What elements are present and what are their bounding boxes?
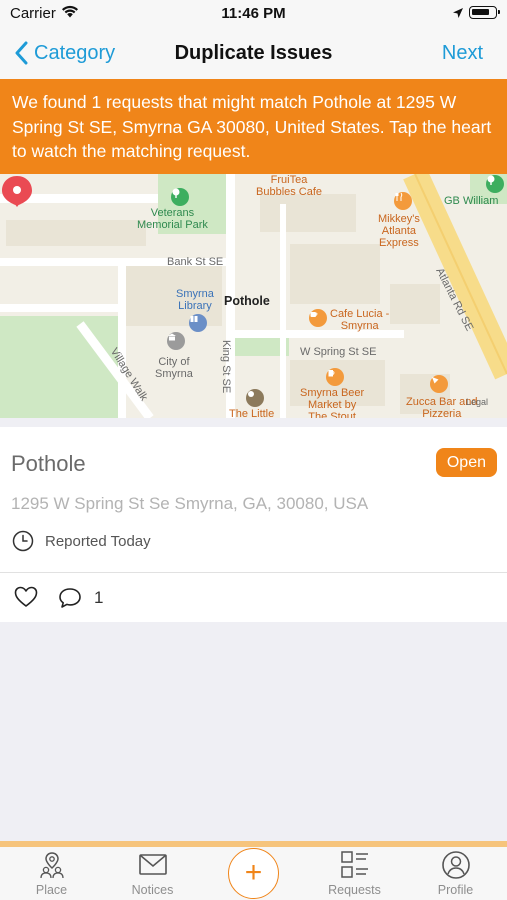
location-pin-icon[interactable]: [0, 174, 34, 220]
status-badge: Open: [435, 448, 497, 477]
map-label-w-spring-st: W Spring St SE: [300, 346, 377, 358]
add-request-button[interactable]: +: [228, 848, 279, 899]
clock-time: 11:46 PM: [221, 5, 286, 22]
issue-actions: 1: [0, 574, 507, 622]
clock-icon: [12, 530, 34, 552]
landmark-icon: [246, 389, 264, 407]
duplicate-notice-banner: We found 1 requests that might match Pot…: [0, 79, 507, 174]
issue-title: Pothole: [11, 451, 86, 476]
status-bar: Carrier 11:46 PM: [0, 0, 507, 28]
map-label-veterans-park: Veterans Memorial Park: [137, 207, 208, 231]
city-hall-icon: [167, 332, 185, 350]
park-icon: [171, 188, 189, 206]
issue-detail-card[interactable]: Pothole Open 1295 W Spring St Se Smyrna,…: [0, 427, 507, 573]
tab-requests[interactable]: Requests: [304, 847, 405, 900]
tab-requests-label: Requests: [328, 883, 381, 897]
map-label-fruitea: FruiTea Bubbles Cafe: [256, 174, 323, 198]
tab-notices-label: Notices: [131, 883, 174, 897]
map-label-king-st: King St SE: [220, 340, 232, 394]
beer-icon: [326, 368, 344, 386]
battery-icon: [469, 6, 500, 19]
back-button-label: Category: [34, 41, 116, 64]
map-label-pothole: Pothole: [224, 294, 270, 308]
place-icon: [39, 852, 64, 879]
park-icon: [486, 175, 504, 193]
requests-list-icon: [340, 851, 368, 878]
tab-place[interactable]: Place: [1, 847, 102, 900]
tab-place-label: Place: [35, 883, 68, 897]
library-icon: [189, 314, 207, 332]
tab-notices[interactable]: Notices: [102, 847, 203, 900]
restaurant-icon: [394, 192, 412, 210]
tab-profile[interactable]: Profile: [405, 847, 506, 900]
chevron-left-icon: [15, 41, 28, 65]
issue-address: 1295 W Spring St Se Smyrna, GA, 30080, U…: [11, 494, 369, 513]
map-label-cafe-lucia: Cafe Lucia - Smyrna: [330, 308, 390, 332]
back-button[interactable]: Category: [14, 39, 115, 67]
map-label-smyrna-beer: Smyrna Beer Market by The Stout: [300, 387, 365, 418]
cafe-icon: [309, 309, 327, 327]
comment-count: 1: [94, 588, 104, 607]
comment-icon[interactable]: [58, 587, 82, 609]
envelope-icon: [138, 854, 167, 875]
location-arrow-icon: [452, 6, 464, 24]
tab-profile-label: Profile: [437, 883, 474, 897]
heart-icon[interactable]: [14, 586, 38, 608]
profile-icon: [441, 851, 470, 879]
map-label-gb-william: GB William: [444, 195, 499, 207]
banner-message: We found 1 requests that might match Pot…: [12, 92, 492, 161]
section-separator: [0, 418, 507, 427]
map-label-city-of-smyrna: City of Smyrna: [155, 356, 193, 380]
tab-bar: Place Notices + Requests Profile: [0, 847, 507, 900]
empty-content-area: [0, 622, 507, 841]
map-label-mikkeys: Mikkey's Atlanta Express: [378, 213, 420, 249]
reported-time: Reported Today: [45, 533, 151, 550]
map-label-bank-st: Bank St SE: [167, 256, 224, 268]
map-legal-link[interactable]: Legal: [466, 396, 488, 408]
pizza-icon: [430, 375, 448, 393]
map-view[interactable]: Veterans Memorial Park FruiTea Bubbles C…: [0, 174, 507, 418]
plus-icon: +: [244, 855, 263, 889]
map-label-smyrna-library: Smyrna Library: [176, 288, 214, 312]
next-button[interactable]: Next: [442, 42, 483, 65]
map-label-the-little: The Little: [229, 408, 275, 418]
navigation-bar: Category Duplicate Issues Next: [0, 28, 507, 79]
